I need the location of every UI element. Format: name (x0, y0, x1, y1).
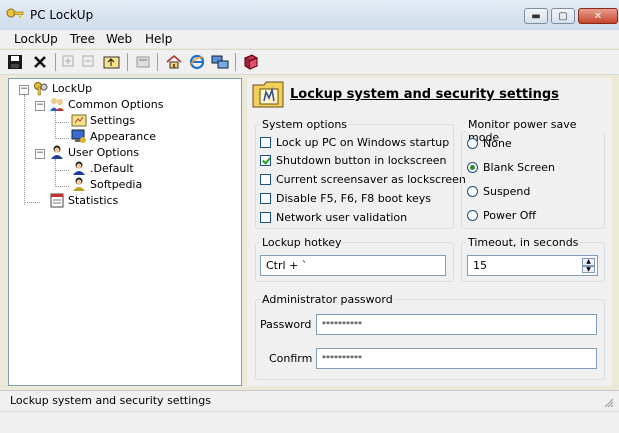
tree-connector (55, 122, 69, 123)
resize-grip-icon[interactable] (604, 398, 614, 408)
tree-connector (55, 159, 56, 187)
status-text: Lockup system and security settings (10, 394, 211, 407)
tree-item-softpedia[interactable]: Softpedia (71, 177, 142, 192)
collapse-toggle[interactable]: − (35, 149, 45, 159)
tree-connector (55, 138, 69, 139)
collapse-toggle[interactable]: − (35, 101, 45, 111)
user-icon (51, 145, 63, 159)
checkbox-box (260, 193, 271, 204)
tree-item-user-options[interactable]: User Options (49, 145, 139, 160)
settings-icon (71, 114, 87, 127)
checkbox-box (260, 155, 271, 166)
timeout-value: 15 (473, 259, 487, 272)
tree-connector (24, 202, 40, 203)
security-settings-icon (252, 81, 284, 108)
tree-connector (55, 186, 69, 187)
hotkey-legend: Lockup hotkey (262, 236, 342, 249)
menu-lockup[interactable]: LockUp (14, 32, 58, 46)
power-off-radio[interactable]: Power Off (467, 209, 536, 222)
power-suspend-radio[interactable]: Suspend (467, 185, 530, 198)
radio-circle (467, 186, 478, 197)
menu-help[interactable]: Help (145, 32, 172, 46)
password-input[interactable]: ********** (316, 314, 597, 335)
screensaver-lockscreen-checkbox[interactable]: Current screensaver as lockscreen (260, 173, 466, 186)
status-divider (0, 411, 619, 412)
minimize-button[interactable]: ▬ (524, 8, 548, 24)
status-bar: Lockup system and security settings (0, 390, 619, 433)
collapse-toggle[interactable]: − (19, 85, 29, 95)
menu-web[interactable]: Web (106, 32, 132, 46)
tree-connector (55, 111, 56, 139)
password-label: Password : (260, 318, 319, 331)
users-icon (50, 98, 64, 111)
radio-circle (467, 210, 478, 221)
app-window: PC LockUp ▬ ▢ ✕ LockUp Tree Web Help − L… (0, 0, 619, 433)
admin-password-legend: Administrator password (262, 293, 393, 306)
statistics-icon (50, 193, 64, 208)
checkbox-box (260, 137, 271, 148)
timeout-spinner[interactable]: 15 ▲ ▼ (467, 255, 598, 276)
maximize-button[interactable]: ▢ (551, 8, 575, 24)
confirm-input[interactable]: ********** (316, 348, 597, 369)
tree-item-appearance[interactable]: Appearance (71, 129, 156, 144)
page-title: Lockup system and security settings (290, 87, 559, 102)
toolbar-separator (235, 53, 236, 71)
menu-bar: LockUp Tree Web Help (0, 30, 619, 48)
settings-panel: Lockup system and security settings Syst… (247, 78, 612, 386)
tree-item-statistics[interactable]: Statistics (49, 193, 118, 208)
spin-buttons[interactable]: ▲ ▼ (582, 258, 595, 273)
options-tree[interactable]: − LockUp − Common Options Settings Appea… (8, 78, 242, 386)
network-validation-checkbox[interactable]: Network user validation (260, 211, 407, 224)
tree-connector (24, 95, 25, 205)
toolbar-separator (127, 53, 128, 71)
properties-icon[interactable] (134, 53, 152, 71)
app-key-icon (6, 8, 24, 18)
save-icon[interactable] (6, 53, 24, 71)
network-icon[interactable] (211, 53, 229, 71)
power-blank-screen-radio[interactable]: Blank Screen (467, 161, 555, 174)
lock-on-startup-checkbox[interactable]: Lock up PC on Windows startup (260, 136, 449, 149)
user-icon (73, 161, 85, 175)
radio-circle (467, 138, 478, 149)
collapse-icon[interactable] (80, 53, 98, 71)
book-icon[interactable] (242, 53, 260, 71)
keys-icon (34, 82, 48, 96)
tree-connector (55, 170, 69, 171)
confirm-label: Confirm : (269, 352, 320, 365)
home-icon[interactable] (165, 53, 183, 71)
checkbox-box (260, 174, 271, 185)
delete-icon[interactable] (31, 53, 49, 71)
timeout-legend: Timeout, in seconds (468, 236, 579, 249)
shutdown-button-checkbox[interactable]: Shutdown button in lockscreen (260, 154, 447, 167)
hotkey-input[interactable]: Ctrl + ` (260, 255, 446, 276)
monitor-icon (71, 129, 86, 143)
spin-up-icon[interactable]: ▲ (582, 258, 595, 266)
user-icon (73, 177, 85, 191)
disable-boot-keys-checkbox[interactable]: Disable F5, F6, F8 boot keys (260, 192, 431, 205)
menu-tree[interactable]: Tree (70, 32, 95, 46)
checkbox-box (260, 212, 271, 223)
spin-down-icon[interactable]: ▼ (582, 265, 595, 273)
toolbar (0, 49, 619, 75)
system-options-legend: System options (262, 118, 348, 131)
expand-icon[interactable] (60, 53, 78, 71)
tree-item-settings[interactable]: Settings (71, 113, 135, 128)
toolbar-separator (157, 53, 158, 71)
title-bar[interactable]: PC LockUp ▬ ▢ ✕ (0, 0, 619, 30)
folder-up-icon[interactable] (103, 53, 121, 71)
tree-item-lockup[interactable]: LockUp (33, 81, 92, 96)
toolbar-separator (55, 53, 56, 71)
internet-explorer-icon[interactable] (188, 53, 206, 71)
radio-circle (467, 162, 478, 173)
close-button[interactable]: ✕ (578, 8, 618, 24)
tree-item-default[interactable]: .Default (71, 161, 134, 176)
tree-item-common-options[interactable]: Common Options (49, 97, 163, 112)
window-title: PC LockUp (30, 8, 94, 22)
power-none-radio[interactable]: None (467, 137, 512, 150)
